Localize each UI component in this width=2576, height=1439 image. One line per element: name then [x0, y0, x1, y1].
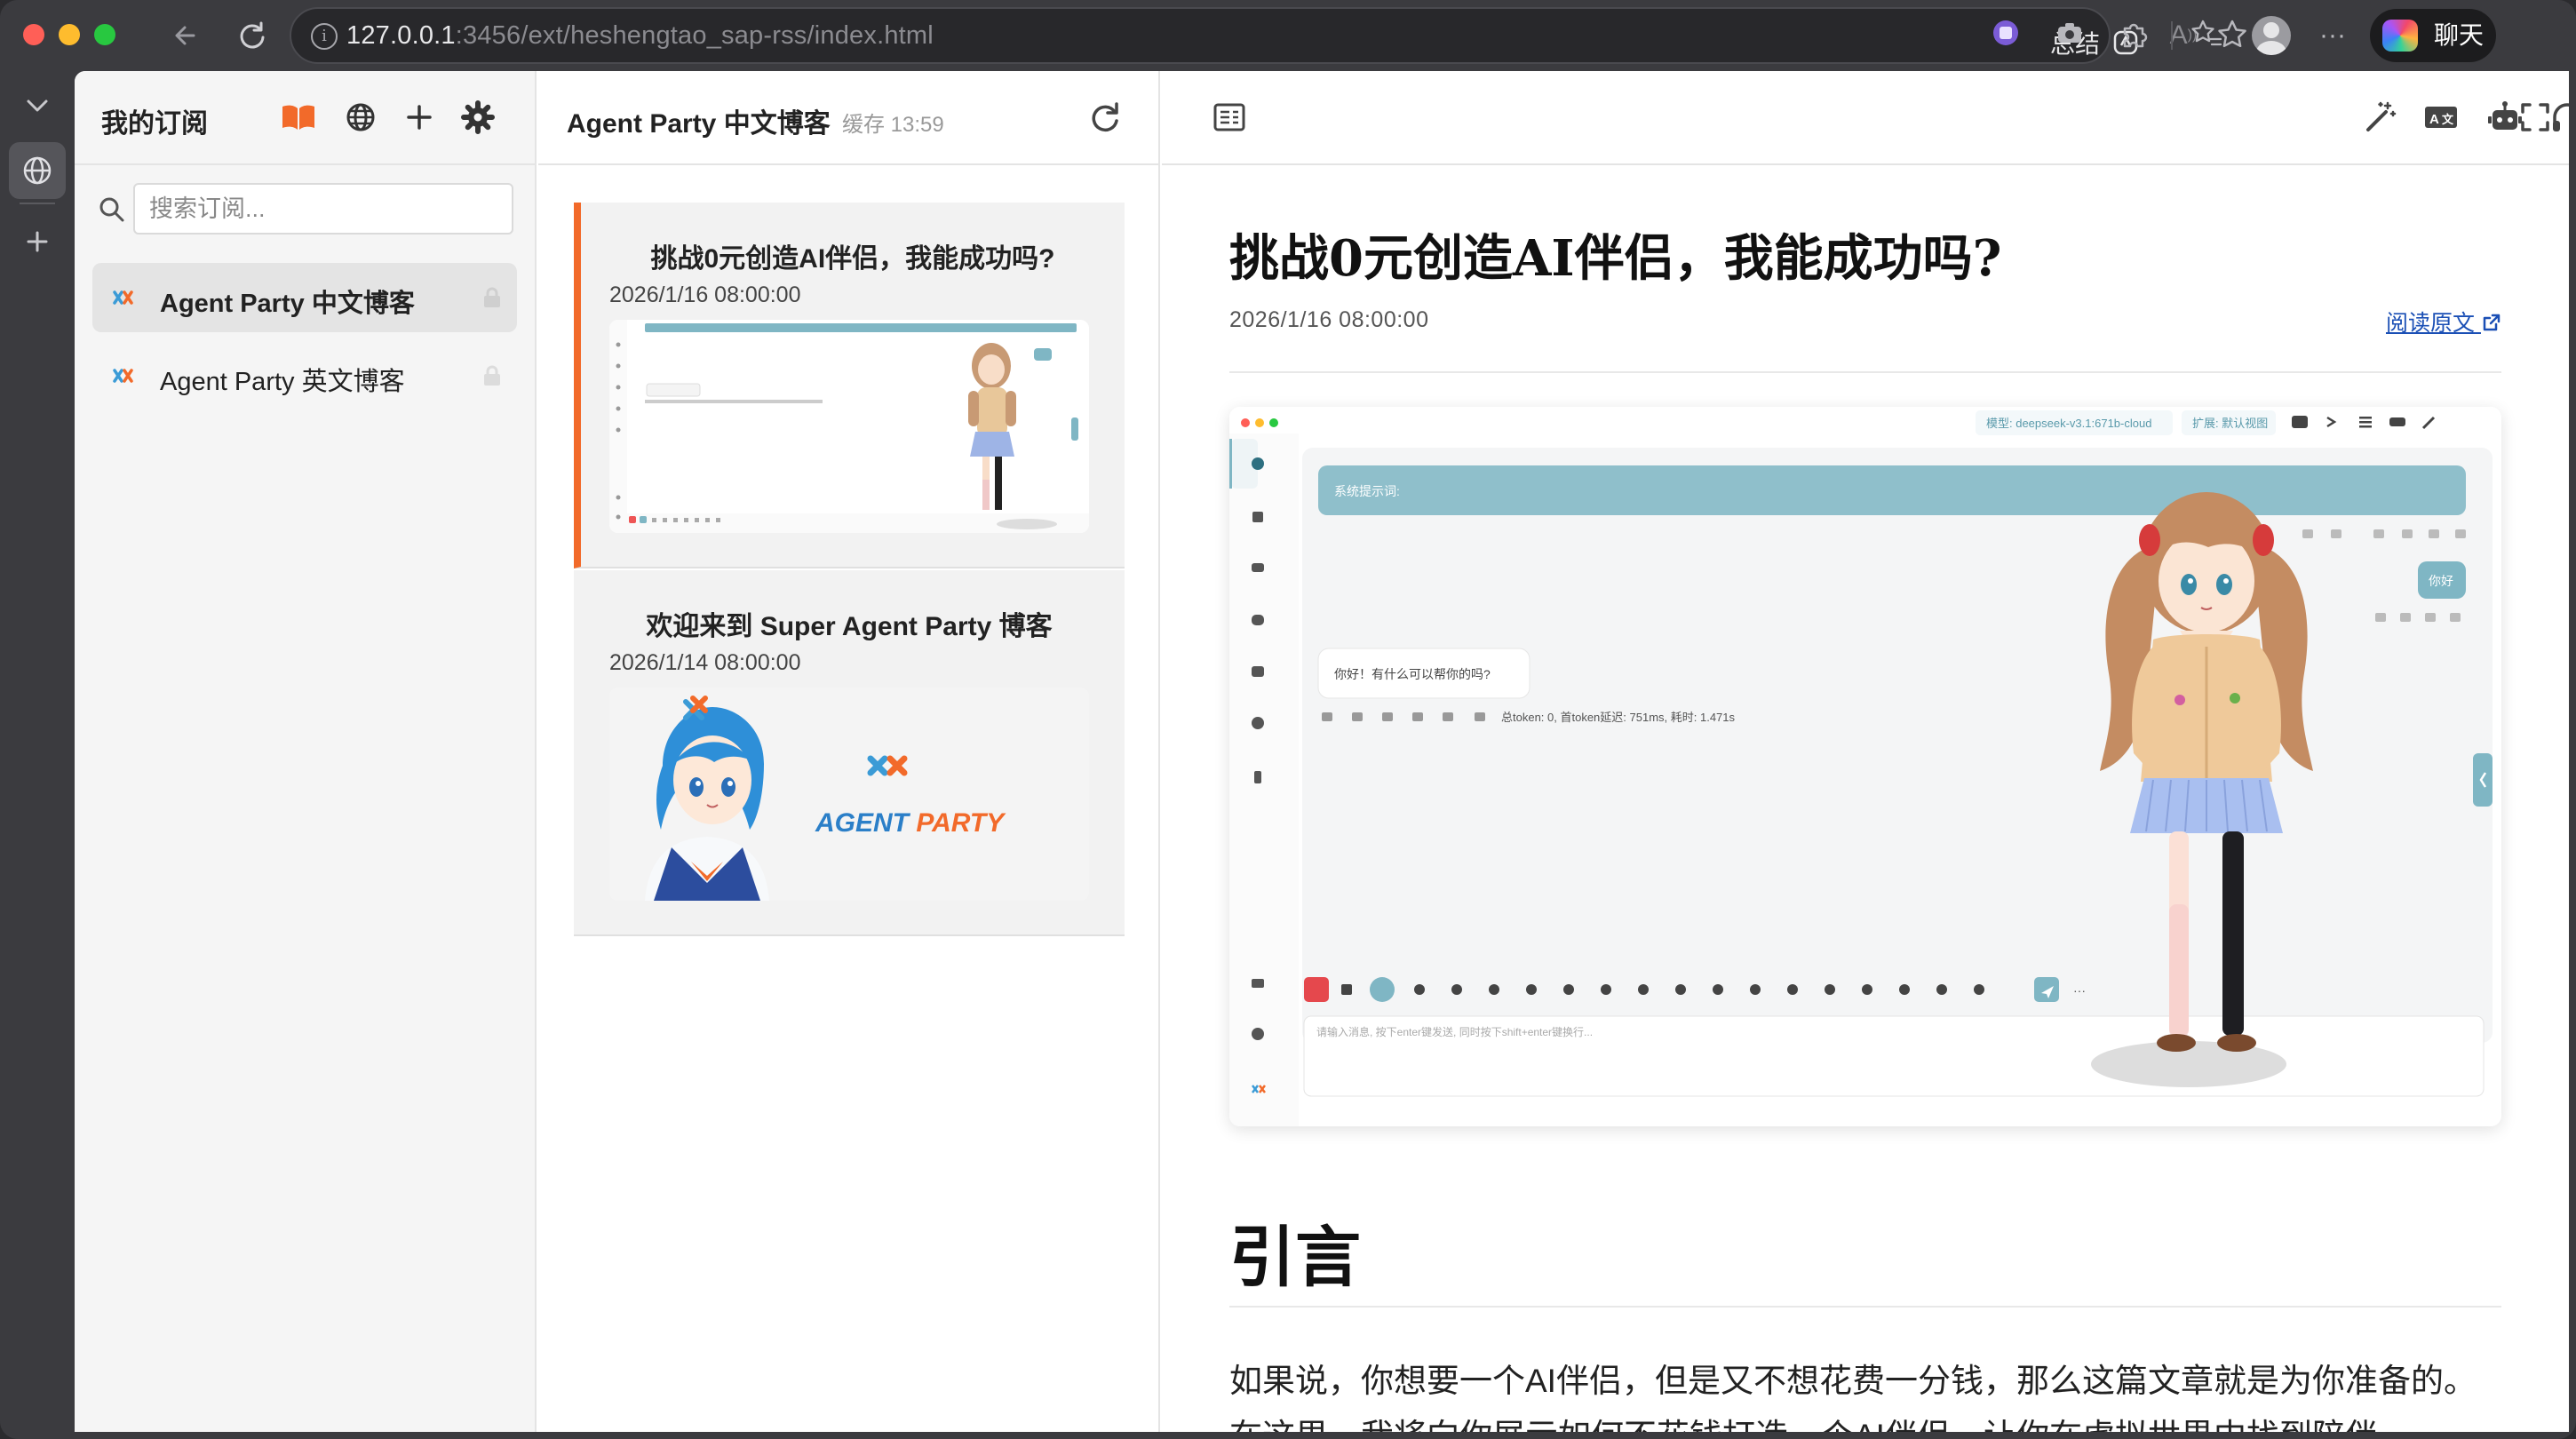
reload-icon[interactable]	[233, 16, 272, 55]
maximize-window-button[interactable]	[94, 24, 115, 45]
address-bar[interactable]: i 127.0.0.1:3456/ext/heshengtao_sap-rss/…	[290, 7, 2246, 64]
feed-item-agent-party-zh[interactable]: Agent Party 中文博客	[92, 263, 517, 332]
article-title: 挑战0元创造AI伴侣，我能成功吗?	[1229, 229, 2002, 288]
svg-text:文: 文	[2442, 113, 2454, 126]
add-plus-icon[interactable]	[400, 98, 439, 137]
agent-party-logo-icon	[113, 290, 133, 305]
refresh-icon[interactable]	[1085, 98, 1125, 137]
user-message: 你好	[2429, 574, 2453, 588]
svg-text:A: A	[2429, 112, 2439, 127]
message-input-placeholder: 请输入消息, 按下enter键发送, 同时按下shift+enter键换行...	[1316, 1025, 1593, 1038]
assistant-message: 你好！有什么可以帮你的吗?	[1334, 667, 1491, 681]
back-arrow-icon[interactable]	[167, 16, 206, 55]
title-divider	[1229, 371, 2501, 373]
settings-gear-icon[interactable]	[458, 98, 497, 137]
tab-globe-icon[interactable]	[9, 142, 66, 199]
subscriptions-sidebar: 我的订阅 Agent Party 中文博客	[75, 71, 537, 1432]
chat-label: 聊天	[2434, 21, 2485, 49]
lock-icon	[484, 365, 500, 386]
copilot-logo-icon	[2382, 20, 2418, 52]
svg-text:···: ···	[2073, 983, 2086, 998]
browser-toolbar: i 127.0.0.1:3456/ext/heshengtao_sap-rss/…	[0, 0, 2576, 71]
feed-title: Agent Party 中文博客	[567, 109, 831, 139]
system-prompt-label: 系统提示词:	[1334, 484, 1400, 498]
article-card-date: 2026/1/16 08:00:00	[609, 282, 801, 307]
reader-view-icon[interactable]	[1210, 98, 1249, 137]
heading-divider	[1229, 1306, 2501, 1308]
article-thumbnail: AGENT PARTY	[609, 688, 1089, 901]
search-icon	[99, 197, 124, 222]
chat-app-screenshot-thumbnail	[609, 320, 1089, 533]
extension-purple-icon[interactable]	[1988, 18, 2023, 53]
globe-icon[interactable]	[341, 98, 380, 137]
article-list-header: Agent Party 中文博客 缓存 13:59	[538, 71, 1160, 165]
reader-toolbar: A文	[1162, 71, 2569, 165]
vertical-tab-strip	[0, 71, 75, 1439]
url-host: 127.0.0.1	[346, 21, 456, 50]
search-subscriptions-input[interactable]	[133, 183, 513, 235]
model-chip: 模型: deepseek-v3.1:671b-cloud	[1986, 417, 2151, 430]
extension-chip: 扩展: 默认视图	[2192, 417, 2268, 430]
agent-party-mascot-illustration: AGENT PARTY	[609, 688, 1089, 901]
read-original-link[interactable]: 阅读原文	[2386, 306, 2502, 338]
cache-status: 缓存 13:59	[842, 113, 944, 137]
article-card-date: 2026/1/14 08:00:00	[609, 650, 801, 675]
new-tab-plus-icon[interactable]	[9, 213, 66, 270]
article-thumbnail	[609, 320, 1089, 533]
extensions-puzzle-icon[interactable]	[2116, 18, 2151, 53]
profile-avatar-icon[interactable]	[2252, 16, 2291, 55]
site-info-icon[interactable]: i	[311, 23, 338, 50]
book-icon[interactable]	[279, 98, 318, 137]
copilot-chat-button[interactable]: 聊天	[2370, 9, 2496, 62]
token-stats: 总token: 0, 首token延迟: 751ms, 耗时: 1.471s	[1501, 711, 1736, 724]
thumb-logo-text: AGENT PARTY	[815, 808, 1006, 838]
tab-strip-divider	[20, 203, 55, 204]
fullscreen-icon[interactable]	[2516, 98, 2555, 137]
feed-label: Agent Party 英文博客	[160, 368, 405, 396]
feed-label: Agent Party 中文博客	[160, 290, 415, 318]
close-window-button[interactable]	[23, 24, 44, 45]
external-link-icon	[2483, 314, 2500, 331]
rss-reader-page: 我的订阅 Agent Party 中文博客	[75, 71, 2569, 1432]
lock-icon	[484, 287, 500, 307]
browser-window: i 127.0.0.1:3456/ext/heshengtao_sap-rss/…	[0, 0, 2576, 1439]
collapse-chevron-icon[interactable]	[9, 76, 66, 133]
sidebar-header: 我的订阅	[75, 71, 537, 165]
article-reader-pane: A文 挑战0元创造AI伴侣，我能成功吗? 2026/1/16 08:00:00 …	[1162, 71, 2569, 1432]
article-card-title: 挑战0元创造AI伴侣，我能成功吗?	[650, 244, 1055, 274]
url-text[interactable]: 127.0.0.1:3456/ext/heshengtao_sap-rss/in…	[346, 21, 934, 51]
chat-app-screenshot: 模型: deepseek-v3.1:671b-cloud 扩展: 默认视图 系统…	[1229, 407, 2501, 1126]
camera-extension-icon[interactable]	[2052, 18, 2087, 53]
toolbar-divider	[2171, 21, 2173, 50]
article-list-pane: Agent Party 中文博客 缓存 13:59 挑战0元创造AI伴侣，我能成…	[538, 71, 1160, 1432]
read-original-label: 阅读原文	[2386, 311, 2476, 336]
favorites-list-icon[interactable]	[2189, 18, 2224, 53]
article-hero-image: 模型: deepseek-v3.1:671b-cloud 扩展: 默认视图 系统…	[1229, 407, 2501, 1126]
article-card-title: 欢迎来到 Super Agent Party 博客	[646, 612, 1053, 641]
agent-party-logo-icon	[113, 369, 133, 383]
article-card[interactable]: 欢迎来到 Super Agent Party 博客 2026/1/14 08:0…	[574, 570, 1125, 936]
article-date: 2026/1/16 08:00:00	[1229, 307, 1429, 332]
url-path: :3456/ext/heshengtao_sap-rss/index.html	[455, 21, 934, 50]
sidebar-title: 我的订阅	[101, 109, 208, 139]
translate-icon[interactable]: A文	[2421, 98, 2461, 137]
article-heading: 引言	[1229, 1220, 1361, 1294]
feed-item-agent-party-en[interactable]: Agent Party 英文博客	[92, 341, 517, 410]
article-paragraph: 如果说，你想要一个AI伴侣，但是又不想花费一分钱，那么这篇文章就是为你准备的。在…	[1229, 1363, 2477, 1432]
minimize-window-button[interactable]	[59, 24, 80, 45]
more-menu-icon[interactable]: ···	[2315, 18, 2350, 53]
article-card[interactable]: 挑战0元创造AI伴侣，我能成功吗? 2026/1/16 08:00:00	[574, 203, 1125, 568]
magic-wand-icon[interactable]	[2361, 98, 2400, 137]
